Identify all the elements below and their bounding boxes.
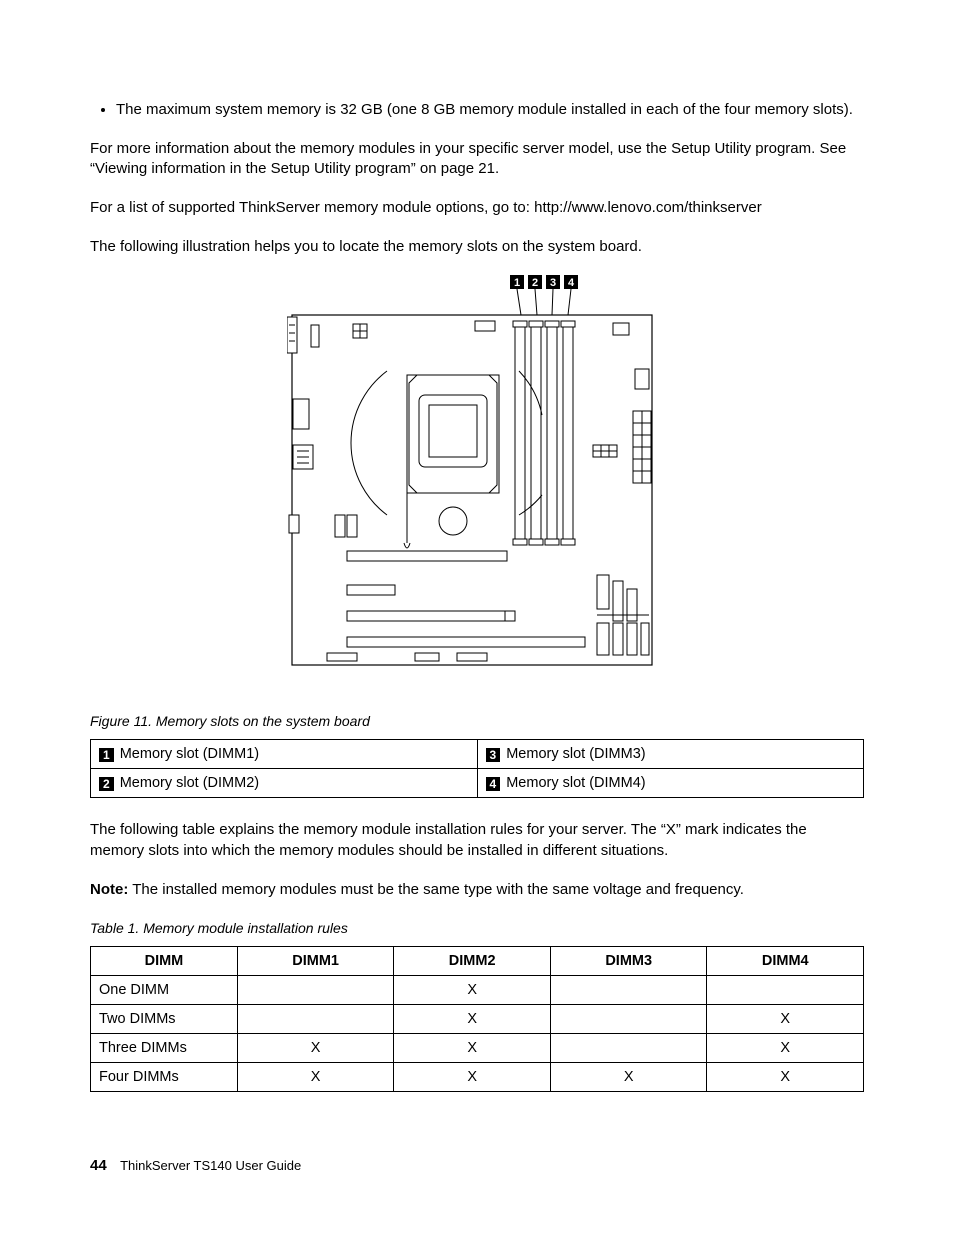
bullet-item: The maximum system memory is 32 GB (one … [116,100,864,121]
rules-table: DIMM DIMM1 DIMM2 DIMM3 DIMM4 One DIMM X … [90,946,864,1092]
chip-number: 2 [99,777,114,791]
rules-header: DIMM3 [550,946,707,975]
rules-cell: X [707,1033,864,1062]
table-row: Two DIMMs X X [91,1004,864,1033]
svg-text:1: 1 [514,277,520,289]
rules-header: DIMM [91,946,238,975]
svg-text:4: 4 [568,277,575,289]
thinkserver-link[interactable]: http://www.lenovo.com/thinkserver [534,199,762,216]
rules-cell: X [394,1004,551,1033]
callouts-table: 1 Memory slot (DIMM1) 3 Memory slot (DIM… [90,739,864,798]
rules-cell: Three DIMMs [91,1033,238,1062]
table-row: One DIMM X [91,975,864,1004]
chip-number: 4 [486,777,501,791]
callout-label: Memory slot (DIMM3) [506,746,645,762]
rules-cell: Two DIMMs [91,1004,238,1033]
rules-cell: X [394,1062,551,1091]
rules-cell: X [707,1062,864,1091]
rules-cell [550,975,707,1004]
rules-header: DIMM2 [394,946,551,975]
table-row: Three DIMMs X X X [91,1033,864,1062]
rules-header: DIMM4 [707,946,864,975]
chip-number: 1 [99,748,114,762]
table-caption: Table 1. Memory module installation rule… [90,919,864,938]
figure-caption: Figure 11. Memory slots on the system bo… [90,712,864,731]
rules-cell [550,1004,707,1033]
text: For a list of supported ThinkServer memo… [90,199,534,216]
chip-number: 3 [486,748,501,762]
rules-cell: X [394,975,551,1004]
rules-cell: Four DIMMs [91,1062,238,1091]
paragraph-table-intro: The following table explains the memory … [90,820,864,861]
note-label: Note: [90,881,128,898]
rules-cell [237,975,394,1004]
rules-cell [237,1004,394,1033]
note-text: The installed memory modules must be the… [128,881,744,898]
rules-cell: X [237,1033,394,1062]
bullet-list: The maximum system memory is 32 GB (one … [90,100,864,121]
svg-text:3: 3 [550,277,556,289]
callout-cell: 1 Memory slot (DIMM1) [91,740,478,769]
callout-cell: 4 Memory slot (DIMM4) [477,769,864,798]
svg-text:2: 2 [532,277,538,289]
rules-cell: X [394,1033,551,1062]
note-paragraph: Note: The installed memory modules must … [90,880,864,901]
callout-label: Memory slot (DIMM4) [506,775,645,791]
page-footer: 44 ThinkServer TS140 User Guide [90,1156,301,1177]
callout-cell: 2 Memory slot (DIMM2) [91,769,478,798]
figure-system-board: 1 2 3 4 [90,275,864,682]
rules-cell: One DIMM [91,975,238,1004]
callout-cell: 3 Memory slot (DIMM3) [477,740,864,769]
rules-header: DIMM1 [237,946,394,975]
paragraph-list-options: For a list of supported ThinkServer memo… [90,198,864,219]
callout-label: Memory slot (DIMM2) [120,775,259,791]
paragraph-more-info: For more information about the memory mo… [90,139,864,180]
document-page: The maximum system memory is 32 GB (one … [0,0,954,1235]
table-row: Four DIMMs X X X X [91,1062,864,1091]
paragraph-illustration-intro: The following illustration helps you to … [90,237,864,258]
rules-cell: X [237,1062,394,1091]
callout-label: Memory slot (DIMM1) [120,746,259,762]
system-board-diagram: 1 2 3 4 [287,275,667,675]
rules-cell: X [707,1004,864,1033]
rules-cell [707,975,864,1004]
page-number: 44 [90,1157,107,1174]
footer-text: ThinkServer TS140 User Guide [120,1158,301,1173]
rules-cell: X [550,1062,707,1091]
rules-cell [550,1033,707,1062]
